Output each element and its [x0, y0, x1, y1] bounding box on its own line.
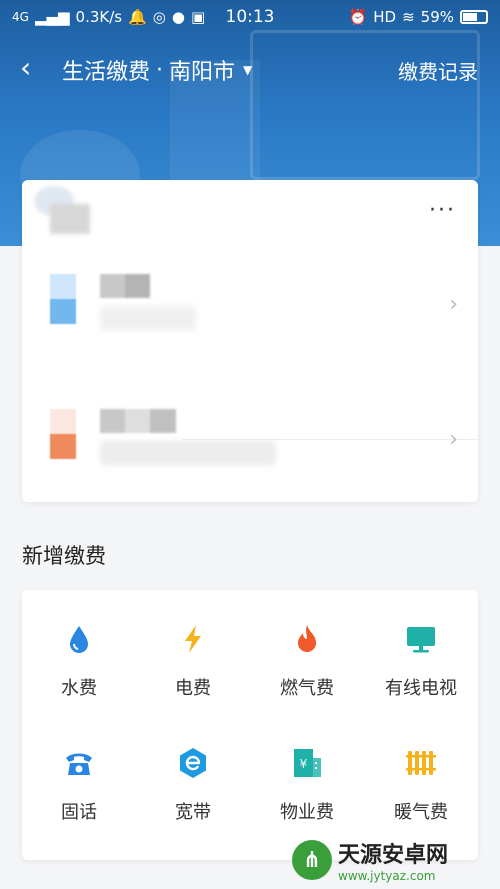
- payment-gas[interactable]: 燃气费: [250, 622, 364, 700]
- tv-icon: [407, 627, 435, 653]
- chevron-right-icon: ›: [449, 427, 458, 452]
- account-item-water[interactable]: ›: [22, 250, 478, 440]
- page-title: 生活缴费: [62, 60, 151, 85]
- payment-label: 暖气费: [394, 802, 448, 823]
- caret-down-icon: ▼: [243, 63, 253, 77]
- lightning-icon: [185, 625, 201, 653]
- payment-landline[interactable]: 固话: [22, 746, 136, 824]
- payment-label: 燃气费: [280, 678, 334, 699]
- status-bar: 4G ▂▄▆ 0.3K/s 🔔 ◎ ● ▣ 10:13 ⏰ HD ≋ 59%: [0, 0, 500, 34]
- more-options-button[interactable]: ···: [429, 198, 456, 223]
- account-name-redacted: [100, 274, 150, 298]
- user-avatar: [34, 186, 100, 234]
- account-number-redacted: [100, 306, 196, 330]
- my-accounts-card: ··· › ›: [22, 180, 478, 502]
- payment-heating[interactable]: 暖气费: [364, 746, 478, 824]
- battery-icon: [460, 10, 488, 24]
- account-name-redacted: [100, 409, 176, 433]
- payment-label: 有线电视: [385, 678, 457, 699]
- water-account-icon: [50, 274, 76, 324]
- payment-electricity[interactable]: 电费: [136, 622, 250, 700]
- water-drop-icon: [70, 626, 88, 653]
- telephone-icon: [66, 753, 92, 775]
- android-logo-icon: ⋔: [292, 840, 332, 880]
- new-payment-title: 新增缴费: [22, 544, 106, 568]
- gas-account-icon: [50, 409, 76, 459]
- svg-text:¥: ¥: [300, 757, 308, 771]
- radiator-icon: [406, 751, 436, 775]
- payment-label: 水费: [61, 678, 97, 699]
- payment-type-grid: 水费 电费 燃气费 有线电视 固话 宽带 ¥ 物业费 暖气费: [22, 590, 478, 860]
- watermark-text: 天源安卓网: [338, 843, 449, 868]
- title-separator: ·: [156, 57, 164, 83]
- back-arrow-icon[interactable]: ‹: [20, 54, 31, 82]
- payment-cable-tv[interactable]: 有线电视: [364, 622, 478, 700]
- watermark-url: www.jytyaz.com: [338, 869, 436, 883]
- flame-icon: [298, 625, 316, 652]
- payment-broadband[interactable]: 宽带: [136, 746, 250, 824]
- city-selector[interactable]: 生活缴费 · 南阳市 ▼: [62, 54, 252, 86]
- building-yuan-icon: ¥: [294, 749, 321, 777]
- payment-water[interactable]: 水费: [22, 622, 136, 700]
- payment-label: 电费: [175, 678, 211, 699]
- nav-bar: ‹ 生活缴费 · 南阳市 ▼ 缴费记录: [0, 46, 500, 90]
- payment-property[interactable]: ¥ 物业费: [250, 746, 364, 824]
- payment-label: 固话: [61, 802, 97, 823]
- chevron-right-icon: ›: [449, 292, 458, 317]
- account-item-gas[interactable]: ›: [22, 385, 478, 505]
- account-number-redacted: [100, 441, 276, 465]
- city-name: 南阳市: [169, 60, 236, 85]
- site-watermark: ⋔ 天源安卓网 www.jytyaz.com: [292, 835, 492, 885]
- broadband-icon: [180, 748, 206, 778]
- payment-label: 物业费: [280, 802, 334, 823]
- clock: 10:13: [225, 7, 275, 27]
- payment-records-link[interactable]: 缴费记录: [398, 56, 478, 85]
- payment-label: 宽带: [175, 802, 211, 823]
